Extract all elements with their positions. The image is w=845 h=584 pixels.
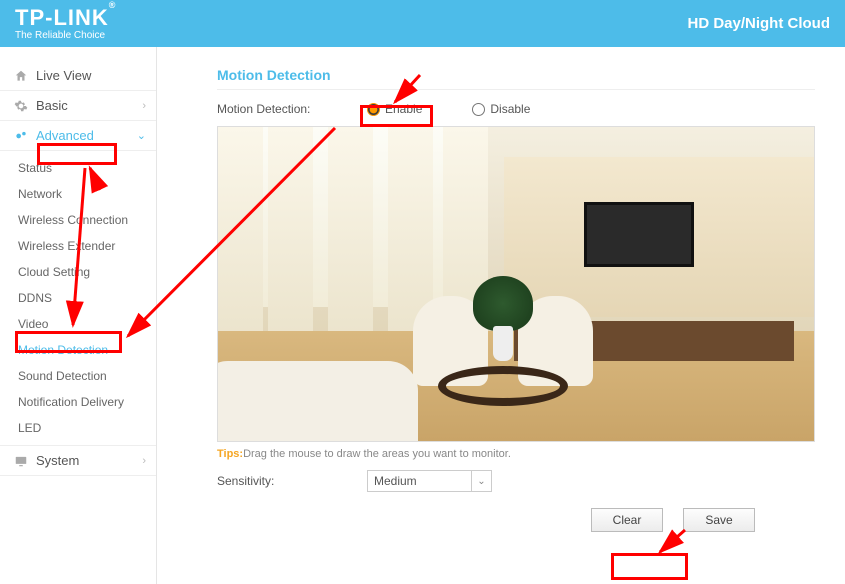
radio-disable[interactable]: Disable — [472, 102, 530, 116]
gears-icon — [12, 129, 30, 143]
sidebar-sub-wireless-connection[interactable]: Wireless Connection — [0, 207, 156, 233]
sidebar-item-system[interactable]: System › — [0, 445, 156, 476]
sidebar-sub-video[interactable]: Video — [0, 311, 156, 337]
sidebar-item-label: Live View — [36, 68, 91, 83]
sidebar-item-advanced[interactable]: Advanced ⌄ — [0, 121, 156, 151]
sidebar: Live View Basic › Advanced ⌄ Status Netw… — [0, 47, 157, 584]
sidebar-sub-status[interactable]: Status — [0, 155, 156, 181]
sidebar-sub-led[interactable]: LED — [0, 415, 156, 441]
button-row: Clear Save — [217, 508, 815, 532]
camera-preview[interactable] — [217, 126, 815, 442]
radio-enable-input[interactable] — [367, 103, 380, 116]
home-icon — [12, 69, 30, 83]
radio-enable[interactable]: Enable — [367, 102, 422, 116]
logo: TP-LINK® The Reliable Choice — [15, 7, 116, 41]
page-title: Motion Detection — [217, 67, 815, 90]
motion-detection-row: Motion Detection: Enable Disable — [217, 102, 815, 116]
chevron-down-icon: ⌄ — [137, 129, 146, 142]
sidebar-sub-cloud-setting[interactable]: Cloud Setting — [0, 259, 156, 285]
chevron-down-icon: ⌄ — [471, 471, 491, 491]
save-button[interactable]: Save — [683, 508, 755, 532]
sidebar-submenu: Status Network Wireless Connection Wirel… — [0, 151, 156, 445]
motion-detection-label: Motion Detection: — [217, 102, 367, 116]
sidebar-item-live-view[interactable]: Live View — [0, 61, 156, 91]
sensitivity-value: Medium — [374, 474, 417, 488]
sidebar-sub-sound-detection[interactable]: Sound Detection — [0, 363, 156, 389]
tips-row: Tips:Drag the mouse to draw the areas yo… — [217, 448, 815, 460]
sidebar-item-basic[interactable]: Basic › — [0, 91, 156, 121]
header: TP-LINK® The Reliable Choice HD Day/Nigh… — [0, 0, 845, 47]
sidebar-item-label: System — [36, 453, 79, 468]
logo-subtitle: The Reliable Choice — [15, 31, 116, 41]
sensitivity-row: Sensitivity: Medium ⌄ — [217, 470, 815, 492]
radio-enable-label: Enable — [385, 102, 422, 116]
sidebar-sub-notification-delivery[interactable]: Notification Delivery — [0, 389, 156, 415]
logo-text: TP-LINK® — [15, 7, 116, 29]
chevron-right-icon: › — [142, 455, 146, 467]
sidebar-item-label: Basic — [36, 98, 68, 113]
gear-icon — [12, 99, 30, 113]
sensitivity-select[interactable]: Medium ⌄ — [367, 470, 492, 492]
sensitivity-label: Sensitivity: — [217, 474, 367, 488]
clear-button[interactable]: Clear — [591, 508, 663, 532]
radio-disable-label: Disable — [490, 102, 530, 116]
sidebar-sub-wireless-extender[interactable]: Wireless Extender — [0, 233, 156, 259]
chevron-right-icon: › — [142, 100, 146, 112]
header-title: HD Day/Night Cloud — [688, 15, 831, 32]
system-icon — [12, 454, 30, 468]
content-area: Motion Detection Motion Detection: Enabl… — [157, 47, 845, 584]
sidebar-sub-motion-detection[interactable]: Motion Detection — [0, 337, 156, 363]
tips-label: Tips: — [217, 448, 243, 460]
sidebar-item-label: Advanced — [36, 128, 94, 143]
radio-disable-input[interactable] — [472, 103, 485, 116]
tips-text: Drag the mouse to draw the areas you wan… — [243, 448, 511, 460]
sidebar-sub-network[interactable]: Network — [0, 181, 156, 207]
sidebar-sub-ddns[interactable]: DDNS — [0, 285, 156, 311]
